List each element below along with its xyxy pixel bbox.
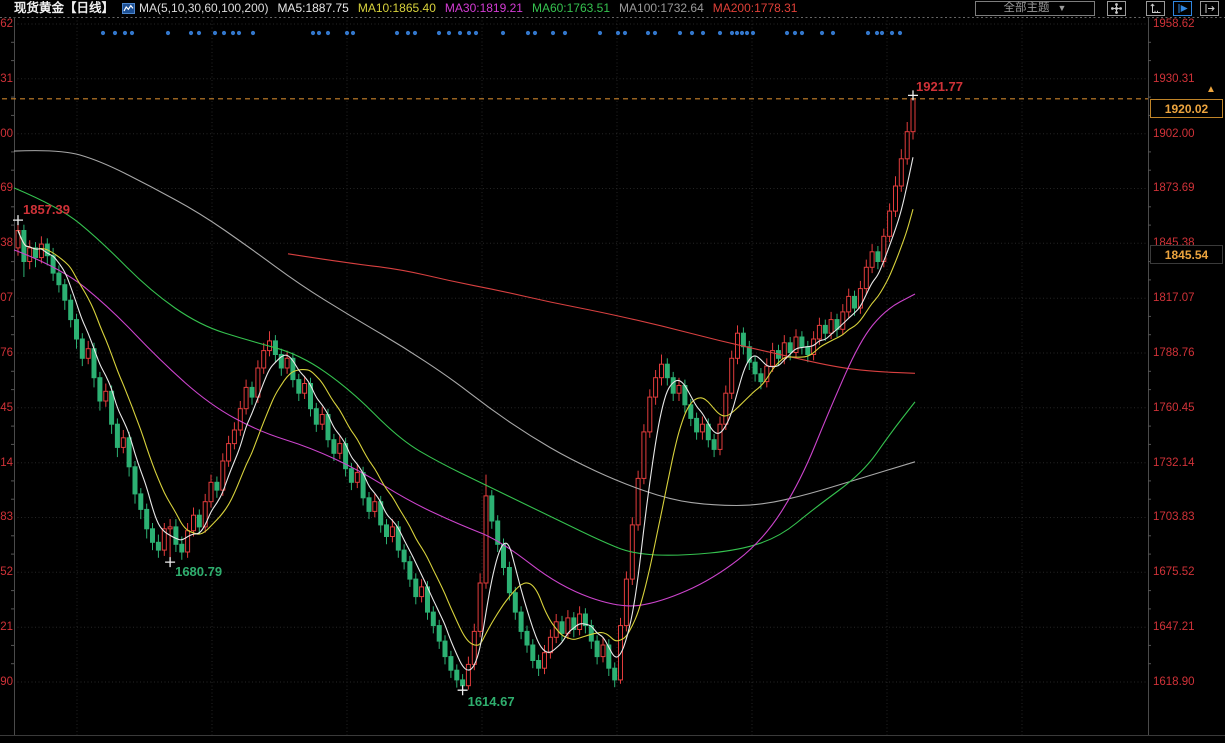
price-annotation-high: 1921.77: [916, 80, 963, 94]
pan-right-icon[interactable]: [1200, 1, 1219, 16]
ma60-value: MA60:1763.51: [532, 0, 610, 17]
instrument-title[interactable]: 现货黄金【日线】: [14, 0, 114, 17]
price-annotation-high: 1857.39: [23, 203, 70, 217]
ma-group-label[interactable]: MA(5,10,30,60,100,200): [139, 0, 268, 17]
chart-toolbar: [1107, 1, 1219, 16]
current-price-value: 1920.02: [1165, 102, 1208, 116]
price-annotation-low: 1614.67: [468, 695, 515, 709]
theme-dropdown[interactable]: 全部主题 ▼: [975, 1, 1095, 16]
ma200-value: MA200:1778.31: [713, 0, 798, 17]
indicator-chart-icon[interactable]: [122, 3, 135, 14]
alert-price-box[interactable]: 1845.54: [1150, 245, 1223, 264]
price-up-arrow-icon: ▲: [1206, 85, 1216, 95]
chevron-down-icon: ▼: [1058, 2, 1067, 15]
move-tool-icon[interactable]: [1107, 1, 1126, 16]
trading-chart-app: 现货黄金【日线】 MA(5,10,30,60,100,200) MA5:1887…: [0, 0, 1225, 743]
ma100-value: MA100:1732.64: [619, 0, 704, 17]
price-annotation-low: 1680.79: [175, 565, 222, 579]
candlestick-chart-canvas[interactable]: [0, 0, 1225, 743]
axis-scale-icon[interactable]: [1146, 1, 1165, 16]
ma5-value: MA5:1887.75: [277, 0, 348, 17]
current-price-box: 1920.02: [1150, 99, 1223, 118]
ma30-value: MA30:1819.21: [445, 0, 523, 17]
theme-dropdown-label: 全部主题: [1004, 2, 1050, 15]
axis-play-icon[interactable]: [1173, 1, 1192, 16]
alert-price-value: 1845.54: [1165, 248, 1208, 262]
chart-header: 现货黄金【日线】 MA(5,10,30,60,100,200) MA5:1887…: [0, 0, 1225, 17]
ma10-value: MA10:1865.40: [358, 0, 436, 17]
